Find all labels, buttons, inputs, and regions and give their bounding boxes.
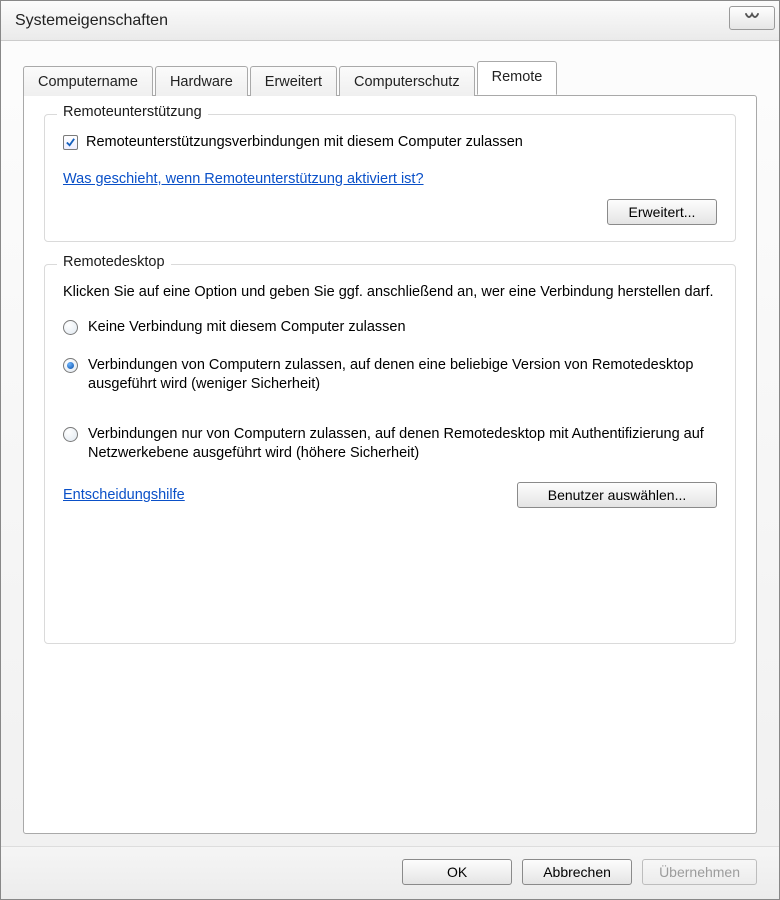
allow-remote-assist-label: Remoteunterstützungsverbindungen mit die…: [86, 133, 523, 153]
tab-hardware[interactable]: Hardware: [155, 66, 248, 96]
remote-desktop-bottom-row: Entscheidungshilfe Benutzer auswählen...: [63, 482, 717, 508]
tab-remote[interactable]: Remote: [477, 61, 558, 95]
group-remote-assistance: Remoteunterstützung Remoteunterstützungs…: [44, 114, 736, 242]
tab-computername[interactable]: Computername: [23, 66, 153, 96]
close-icon: [743, 10, 761, 26]
rd-option-none-row: Keine Verbindung mit diesem Computer zul…: [63, 318, 717, 338]
dialog-footer: OK Abbrechen Übernehmen: [1, 846, 779, 899]
select-users-button[interactable]: Benutzer auswählen...: [517, 482, 717, 508]
system-properties-window: Systemeigenschaften Computername Hardwar…: [0, 0, 780, 900]
allow-remote-assist-checkbox[interactable]: [63, 135, 78, 150]
group-remote-desktop: Remotedesktop Klicken Sie auf eine Optio…: [44, 264, 736, 644]
group-remote-assistance-legend: Remoteunterstützung: [57, 104, 208, 120]
tab-panel-remote: Remoteunterstützung Remoteunterstützungs…: [23, 95, 757, 834]
tab-strip: Computername Hardware Erweitert Computer…: [23, 61, 757, 95]
rd-option-nla-label: Verbindungen nur von Computern zulassen,…: [88, 425, 717, 464]
rd-option-any-radio[interactable]: [63, 358, 78, 373]
radio-dot-icon: [67, 362, 74, 369]
rd-option-nla-row: Verbindungen nur von Computern zulassen,…: [63, 425, 717, 464]
apply-button[interactable]: Übernehmen: [642, 859, 757, 885]
ok-button[interactable]: OK: [402, 859, 512, 885]
group-remote-desktop-legend: Remotedesktop: [57, 254, 171, 270]
checkmark-icon: [65, 137, 76, 148]
rd-option-nla-radio[interactable]: [63, 427, 78, 442]
rd-option-none-label: Keine Verbindung mit diesem Computer zul…: [88, 318, 406, 338]
allow-remote-assist-row: Remoteunterstützungsverbindungen mit die…: [63, 133, 717, 153]
rd-option-none-radio[interactable]: [63, 320, 78, 335]
remote-assist-info-link[interactable]: Was geschieht, wenn Remoteunterstützung …: [63, 171, 424, 187]
tab-erweitert[interactable]: Erweitert: [250, 66, 337, 96]
content-area: Computername Hardware Erweitert Computer…: [1, 41, 779, 846]
remote-desktop-instruction: Klicken Sie auf eine Option und geben Si…: [63, 283, 717, 303]
rd-option-any-label: Verbindungen von Computern zulassen, auf…: [88, 356, 717, 395]
decision-help-link[interactable]: Entscheidungshilfe: [63, 487, 185, 503]
cancel-button[interactable]: Abbrechen: [522, 859, 632, 885]
rd-option-any-row: Verbindungen von Computern zulassen, auf…: [63, 356, 717, 395]
remote-assist-advanced-button[interactable]: Erweitert...: [607, 199, 717, 225]
window-title: Systemeigenschaften: [15, 12, 168, 30]
titlebar: Systemeigenschaften: [1, 1, 779, 41]
tab-computerschutz[interactable]: Computerschutz: [339, 66, 475, 96]
close-button[interactable]: [729, 6, 775, 30]
